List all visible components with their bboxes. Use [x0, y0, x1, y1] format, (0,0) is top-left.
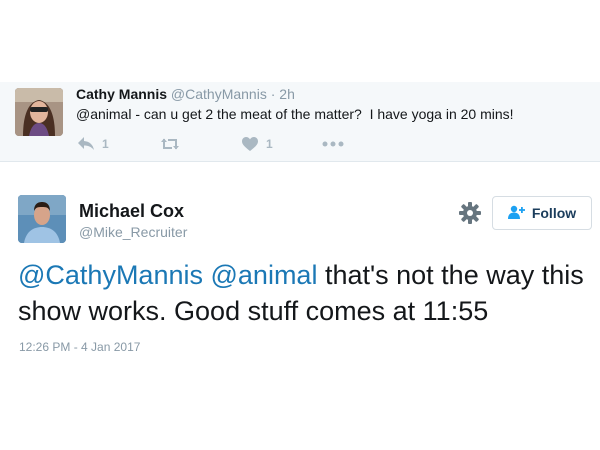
more-action[interactable]: [322, 134, 344, 154]
mention-link[interactable]: @animal: [76, 106, 131, 122]
mention-link-animal[interactable]: @animal: [211, 260, 318, 290]
reply-actions: 1 1: [76, 134, 376, 154]
add-user-icon: [507, 205, 532, 222]
author-handle[interactable]: @Mike_Recruiter: [79, 224, 187, 240]
reply-author-handle[interactable]: @CathyMannis: [171, 86, 267, 102]
retweet-icon: [160, 137, 180, 151]
main-tweet-text: @CathyMannis @animal that's not the way …: [18, 257, 593, 329]
reply-icon: [78, 137, 94, 151]
gear-icon[interactable]: [459, 202, 481, 224]
mention-link-cathymannis[interactable]: @CathyMannis: [18, 260, 203, 290]
tweet-timestamp[interactable]: 12:26 PM - 4 Jan 2017: [19, 340, 140, 354]
retweet-action[interactable]: [160, 134, 180, 154]
like-action[interactable]: 1: [242, 134, 273, 154]
reply-text-body: - can u get 2 the meat of the matter? I …: [131, 106, 514, 122]
reply-tweet-header: Cathy Mannis @CathyMannis · 2h: [76, 86, 295, 102]
reply-time[interactable]: 2h: [279, 86, 295, 102]
heart-icon: [242, 137, 258, 151]
follow-button-label: Follow: [531, 205, 577, 221]
reply-tweet: Cathy Mannis @CathyMannis · 2h @animal -…: [0, 82, 600, 162]
reply-count: 1: [102, 137, 109, 151]
avatar-michael-cox[interactable]: [18, 195, 66, 243]
like-count: 1: [266, 137, 273, 151]
avatar-cathy-mannis[interactable]: [15, 88, 63, 136]
follow-button[interactable]: Follow: [492, 196, 592, 230]
reply-tweet-text: @animal - can u get 2 the meat of the ma…: [76, 106, 514, 122]
main-tweet: Michael Cox @Mike_Recruiter Follow @Cath…: [0, 163, 600, 450]
more-dots-icon: [322, 141, 344, 147]
reply-action[interactable]: 1: [78, 134, 109, 154]
author-name[interactable]: Michael Cox: [79, 201, 184, 222]
reply-author-name[interactable]: Cathy Mannis: [76, 86, 167, 102]
header-separator: ·: [270, 86, 276, 102]
